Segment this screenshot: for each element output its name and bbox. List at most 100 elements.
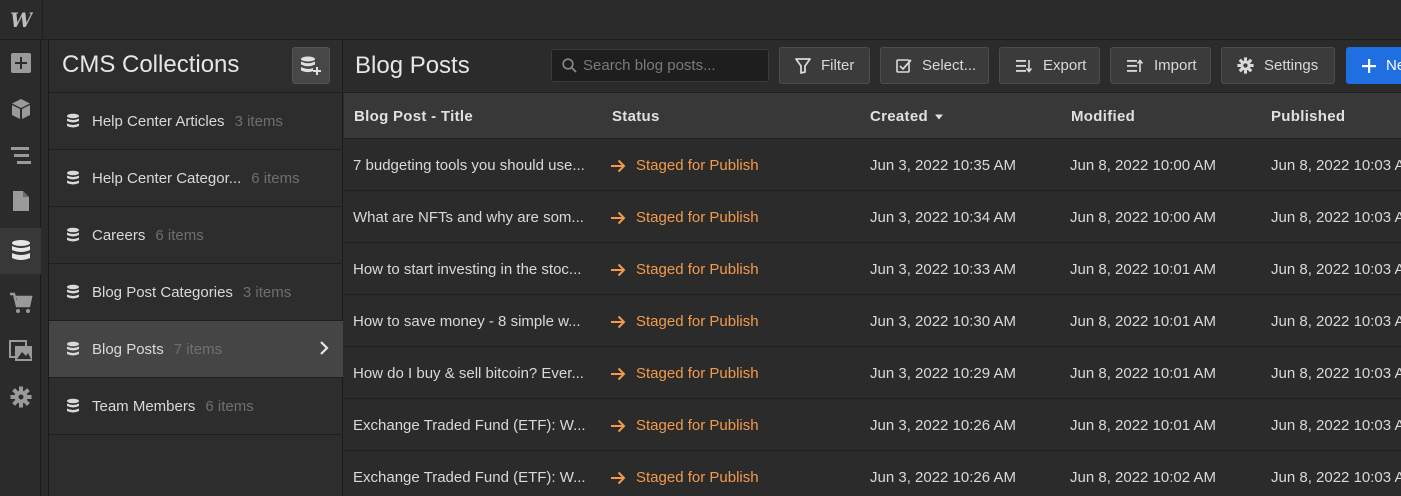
table-row[interactable]: Exchange Traded Fund (ETF): W... Staged …: [344, 451, 1401, 496]
arrow-right-icon: [611, 211, 626, 224]
cell-created: Jun 3, 2022 10:26 AM: [870, 417, 1016, 434]
status-text: Staged for Publish: [636, 157, 759, 174]
checkbox-icon: [896, 58, 912, 73]
collection-item-help-center-articles[interactable]: Help Center Articles 3 items: [49, 93, 343, 150]
collection-count: 3 items: [242, 283, 292, 301]
collection-item-blog-post-categories[interactable]: Blog Post Categories 3 items: [49, 264, 343, 321]
status-text: Staged for Publish: [636, 469, 759, 486]
status-text: Staged for Publish: [636, 261, 759, 278]
collection-item-careers[interactable]: Careers 6 items: [49, 207, 343, 264]
cell-modified: Jun 8, 2022 10:00 AM: [1070, 209, 1216, 226]
table-row[interactable]: How to start investing in the stoc... St…: [344, 243, 1401, 295]
collection-name: Team Members: [92, 397, 196, 415]
filter-label: Filter: [821, 57, 855, 74]
column-header-modified[interactable]: Modified: [1071, 108, 1135, 125]
webflow-logo-icon: W: [10, 11, 33, 29]
cell-modified: Jun 8, 2022 10:01 AM: [1070, 313, 1216, 330]
collection-item-blog-posts[interactable]: Blog Posts 7 items: [49, 321, 343, 378]
export-label: Export: [1043, 57, 1087, 74]
status-text: Staged for Publish: [636, 365, 759, 382]
navigator-icon: [10, 147, 31, 164]
cell-title: 7 budgeting tools you should use...: [353, 157, 585, 174]
cms-button[interactable]: [0, 228, 41, 274]
assets-icon: [8, 340, 32, 361]
table-row[interactable]: How to save money - 8 simple w... Staged…: [344, 295, 1401, 347]
cell-status: Staged for Publish: [610, 417, 759, 434]
filter-button[interactable]: Filter: [779, 47, 870, 84]
top-bar: W: [0, 0, 1401, 40]
sort-caret-down-icon: [934, 114, 943, 119]
collection-name: Careers: [92, 226, 146, 244]
table-row[interactable]: Exchange Traded Fund (ETF): W... Staged …: [344, 399, 1401, 451]
collection-count: 7 items: [173, 340, 223, 358]
status-text: Staged for Publish: [636, 417, 759, 434]
navigator-button[interactable]: [0, 132, 41, 178]
divider: [42, 0, 43, 40]
cell-status: Staged for Publish: [610, 365, 759, 382]
new-item-label: Ne: [1386, 57, 1401, 74]
settings-button[interactable]: Settings: [1221, 47, 1335, 84]
search-input[interactable]: [583, 57, 763, 74]
cell-published: Jun 8, 2022 10:03 AM: [1271, 313, 1401, 330]
export-button[interactable]: Export: [999, 47, 1100, 84]
webflow-logo[interactable]: W: [0, 0, 42, 40]
cell-modified: Jun 8, 2022 10:01 AM: [1070, 417, 1216, 434]
column-header-status[interactable]: Status: [612, 108, 660, 125]
table-row[interactable]: How do I buy & sell bitcoin? Ever... Sta…: [344, 347, 1401, 399]
arrow-right-icon: [611, 471, 626, 484]
table-row[interactable]: 7 budgeting tools you should use... Stag…: [344, 139, 1401, 191]
assets-button[interactable]: [0, 328, 41, 374]
collection-item-team-members[interactable]: Team Members 6 items: [49, 378, 343, 435]
select-button[interactable]: Select...: [880, 47, 989, 84]
cell-status: Staged for Publish: [610, 313, 759, 330]
cell-created: Jun 3, 2022 10:35 AM: [870, 157, 1016, 174]
add-database-icon: [301, 56, 321, 75]
collection-count: 3 items: [234, 112, 283, 130]
ecommerce-button[interactable]: [0, 280, 41, 326]
cms-collections-panel: CMS Collections Help Center Articles 3 i…: [49, 40, 343, 496]
collection-count: 6 items: [205, 397, 254, 415]
search-box[interactable]: [551, 49, 769, 82]
cell-modified: Jun 8, 2022 10:02 AM: [1070, 469, 1216, 486]
main-header: Blog Posts Filter Select... Export Impor…: [344, 40, 1401, 93]
cell-created: Jun 3, 2022 10:29 AM: [870, 365, 1016, 382]
cell-published: Jun 8, 2022 10:03 AM: [1271, 157, 1401, 174]
cell-created: Jun 3, 2022 10:34 AM: [870, 209, 1016, 226]
pages-button[interactable]: [0, 178, 41, 224]
collection-database-icon: [67, 341, 79, 356]
cell-title: How to start investing in the stoc...: [353, 261, 582, 278]
box-icon: [11, 99, 30, 119]
add-collection-button[interactable]: [292, 47, 330, 84]
cell-status: Staged for Publish: [610, 157, 759, 174]
cell-title: How do I buy & sell bitcoin? Ever...: [353, 365, 584, 382]
table-row[interactable]: What are NFTs and why are som... Staged …: [344, 191, 1401, 243]
chevron-right-icon: [320, 341, 329, 355]
arrow-right-icon: [611, 263, 626, 276]
export-icon: [1016, 59, 1033, 73]
arrow-right-icon: [611, 315, 626, 328]
add-panel-icon: [10, 53, 31, 73]
search-icon: [562, 58, 577, 73]
ecommerce-cart-icon: [9, 292, 33, 313]
main-panel: Blog Posts Filter Select... Export Impor…: [344, 40, 1401, 496]
new-item-button[interactable]: Ne: [1346, 47, 1401, 84]
column-header-published[interactable]: Published: [1271, 108, 1345, 125]
table-header: Blog Post - Title Status Created Modifie…: [344, 93, 1401, 139]
settings-label: Settings: [1264, 57, 1319, 74]
column-header-created[interactable]: Created: [870, 108, 944, 125]
column-header-title[interactable]: Blog Post - Title: [354, 108, 473, 125]
collection-item-help-center-categories[interactable]: Help Center Categor... 6 items: [49, 150, 343, 207]
gear-icon: [1237, 57, 1254, 74]
cell-title: Exchange Traded Fund (ETF): W...: [353, 417, 586, 434]
add-panel-button[interactable]: [0, 40, 41, 86]
symbols-button[interactable]: [0, 86, 41, 132]
collection-name: Blog Posts: [92, 340, 164, 358]
collection-name: Help Center Categor...: [92, 169, 242, 187]
collections-header: CMS Collections: [49, 40, 343, 93]
pages-icon: [12, 191, 29, 211]
collection-database-icon: [67, 284, 79, 299]
cell-modified: Jun 8, 2022 10:01 AM: [1070, 261, 1216, 278]
import-button[interactable]: Import: [1110, 47, 1211, 84]
plus-icon: [1362, 58, 1376, 73]
settings-button[interactable]: [0, 374, 41, 420]
